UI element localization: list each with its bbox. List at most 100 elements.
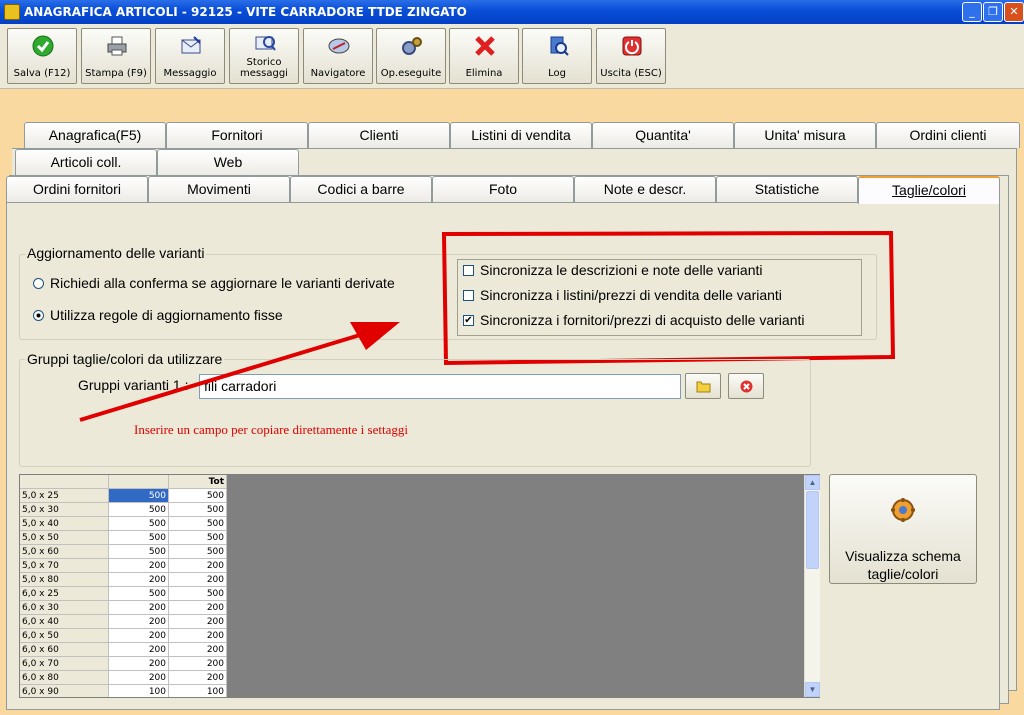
- grid-cell-tot[interactable]: 100: [168, 684, 227, 697]
- grid-row-size: 6,0 x 30: [20, 600, 109, 615]
- log-button[interactable]: Log: [522, 28, 592, 84]
- grid-cell-tot[interactable]: 200: [168, 600, 227, 615]
- close-window-button[interactable]: ✕: [1004, 2, 1024, 22]
- grid-cell-tot[interactable]: 200: [168, 558, 227, 573]
- grid-cell-tot[interactable]: 500: [168, 488, 227, 503]
- grid-cell-qty[interactable]: 100: [108, 684, 169, 697]
- table-row: 6,0 x 60 200 200: [20, 642, 227, 657]
- tab-taglie-colori[interactable]: Taglie/colori: [858, 176, 1000, 204]
- grid-cell-tot[interactable]: 200: [168, 642, 227, 657]
- grid-cell-tot[interactable]: 200: [168, 670, 227, 685]
- table-row: 6,0 x 80 200 200: [20, 670, 227, 685]
- tab-unita-misura[interactable]: Unita' misura: [734, 122, 876, 148]
- tab-fornitori[interactable]: Fornitori: [166, 122, 308, 148]
- scroll-thumb[interactable]: [806, 491, 819, 569]
- highlight-box: [441, 230, 895, 366]
- grid-cell-qty[interactable]: 200: [108, 642, 169, 657]
- table-row: 5,0 x 40 500 500: [20, 516, 227, 531]
- message-history-label-2: messaggi: [240, 68, 288, 79]
- delete-button[interactable]: Elimina: [449, 28, 519, 84]
- gears-icon: [402, 37, 422, 55]
- tab-quantita[interactable]: Quantita': [592, 122, 734, 148]
- grid-cell-qty[interactable]: 500: [108, 586, 169, 601]
- varianti-group-title: Aggiornamento delle varianti: [25, 245, 207, 261]
- grid-cell-tot[interactable]: 200: [168, 614, 227, 629]
- message-history-button[interactable]: Storico messaggi: [229, 28, 299, 84]
- toolbar: Salva (F12) Stampa (F9) Messaggio Storic…: [0, 24, 1024, 89]
- delete-label: Elimina: [465, 68, 503, 79]
- grid-row-size: 6,0 x 40: [20, 614, 109, 629]
- grid-cell-qty[interactable]: 200: [108, 628, 169, 643]
- message-button[interactable]: Messaggio: [155, 28, 225, 84]
- tab-web[interactable]: Web: [157, 149, 299, 175]
- grid-tot-header: Tot: [168, 475, 227, 489]
- operations-button[interactable]: Op.eseguite: [376, 28, 446, 84]
- radio-richiedi[interactable]: [33, 278, 44, 289]
- table-row: 5,0 x 25 500 500: [20, 488, 227, 503]
- grid-cell-tot[interactable]: 500: [168, 502, 227, 517]
- grid-cell-qty[interactable]: 500: [108, 544, 169, 559]
- grid-cell-qty[interactable]: 200: [108, 614, 169, 629]
- scroll-up-button[interactable]: ▲: [805, 475, 820, 490]
- clear-group-button[interactable]: [728, 373, 764, 399]
- grid-row-size: 5,0 x 50: [20, 530, 109, 545]
- navigator-button[interactable]: Navigatore: [303, 28, 373, 84]
- grid-cell-qty[interactable]: 200: [108, 600, 169, 615]
- grid-cell-tot[interactable]: 500: [168, 530, 227, 545]
- print-button[interactable]: Stampa (F9): [81, 28, 151, 84]
- tab-statistiche[interactable]: Statistiche: [716, 176, 858, 202]
- grid-cell-tot[interactable]: 500: [168, 586, 227, 601]
- grid-cell-qty[interactable]: 200: [108, 572, 169, 587]
- grid-cell-qty[interactable]: 500: [108, 488, 169, 503]
- delete-icon: [475, 36, 495, 56]
- grid-cell-qty[interactable]: 500: [108, 502, 169, 517]
- table-row: 6,0 x 40 200 200: [20, 614, 227, 629]
- grid-row-size: 6,0 x 90: [20, 684, 109, 697]
- table-row: 6,0 x 90 100 100: [20, 684, 227, 697]
- maximize-button[interactable]: ❐: [983, 2, 1003, 22]
- visualizza-schema-button[interactable]: Visualizza schema taglie/colori: [829, 474, 977, 584]
- message-icon: [181, 36, 201, 54]
- grid-cell-qty[interactable]: 200: [108, 558, 169, 573]
- power-icon: [622, 36, 642, 56]
- grid-cell-tot[interactable]: 500: [168, 516, 227, 531]
- grid-cell-tot[interactable]: 200: [168, 656, 227, 671]
- folder-icon: [696, 381, 711, 393]
- grid-cell-qty[interactable]: 200: [108, 656, 169, 671]
- tab-ordini-fornitori[interactable]: Ordini fornitori: [6, 176, 148, 202]
- minimize-button[interactable]: _: [962, 2, 982, 22]
- tab-articoli-coll[interactable]: Articoli coll.: [15, 149, 157, 175]
- radio-regole-fisse[interactable]: [33, 310, 44, 321]
- visualizza-schema-line1: Visualizza schema: [845, 548, 961, 564]
- table-row: 6,0 x 50 200 200: [20, 628, 227, 643]
- table-row: 6,0 x 25 500 500: [20, 586, 227, 601]
- tab-foto[interactable]: Foto: [432, 176, 574, 202]
- grid-cell-qty[interactable]: 500: [108, 530, 169, 545]
- grid-cell-tot[interactable]: 200: [168, 572, 227, 587]
- tab-movimenti[interactable]: Movimenti: [148, 176, 290, 202]
- browse-folder-button[interactable]: [685, 373, 721, 399]
- tab-ordini-clienti[interactable]: Ordini clienti: [876, 122, 1020, 148]
- grid-cell-tot[interactable]: 200: [168, 628, 227, 643]
- tab-codici-barre[interactable]: Codici a barre: [290, 176, 432, 202]
- visualizza-schema-line2: taglie/colori: [867, 566, 939, 582]
- grid-row-size: 5,0 x 30: [20, 502, 109, 517]
- grid-cell-tot[interactable]: 500: [168, 544, 227, 559]
- tab-note-descr[interactable]: Note e descr.: [574, 176, 716, 202]
- scroll-down-button[interactable]: ▼: [805, 682, 820, 697]
- tab-listini[interactable]: Listini di vendita: [450, 122, 592, 148]
- grid-cell-qty[interactable]: 500: [108, 516, 169, 531]
- grid-corner: [20, 475, 109, 489]
- table-row: 6,0 x 30 200 200: [20, 600, 227, 615]
- tab-clienti[interactable]: Clienti: [308, 122, 450, 148]
- quantity-grid[interactable]: Tot 5,0 x 25 500 500 5,0 x 30 500 500 5,0 x 40…: [19, 474, 820, 698]
- tab-anagrafica[interactable]: Anagrafica(F5): [24, 122, 166, 148]
- exit-button[interactable]: Uscita (ESC): [596, 28, 666, 84]
- window-title: ANAGRAFICA ARTICOLI - 92125 - VITE CARRA…: [24, 5, 467, 19]
- log-label: Log: [548, 68, 566, 79]
- grid-scrollbar[interactable]: ▲ ▼: [804, 475, 820, 697]
- save-button[interactable]: Salva (F12): [7, 28, 77, 84]
- grid-cell-qty[interactable]: 200: [108, 670, 169, 685]
- title-bar: ANAGRAFICA ARTICOLI - 92125 - VITE CARRA…: [0, 0, 1024, 24]
- printer-icon: [107, 36, 127, 56]
